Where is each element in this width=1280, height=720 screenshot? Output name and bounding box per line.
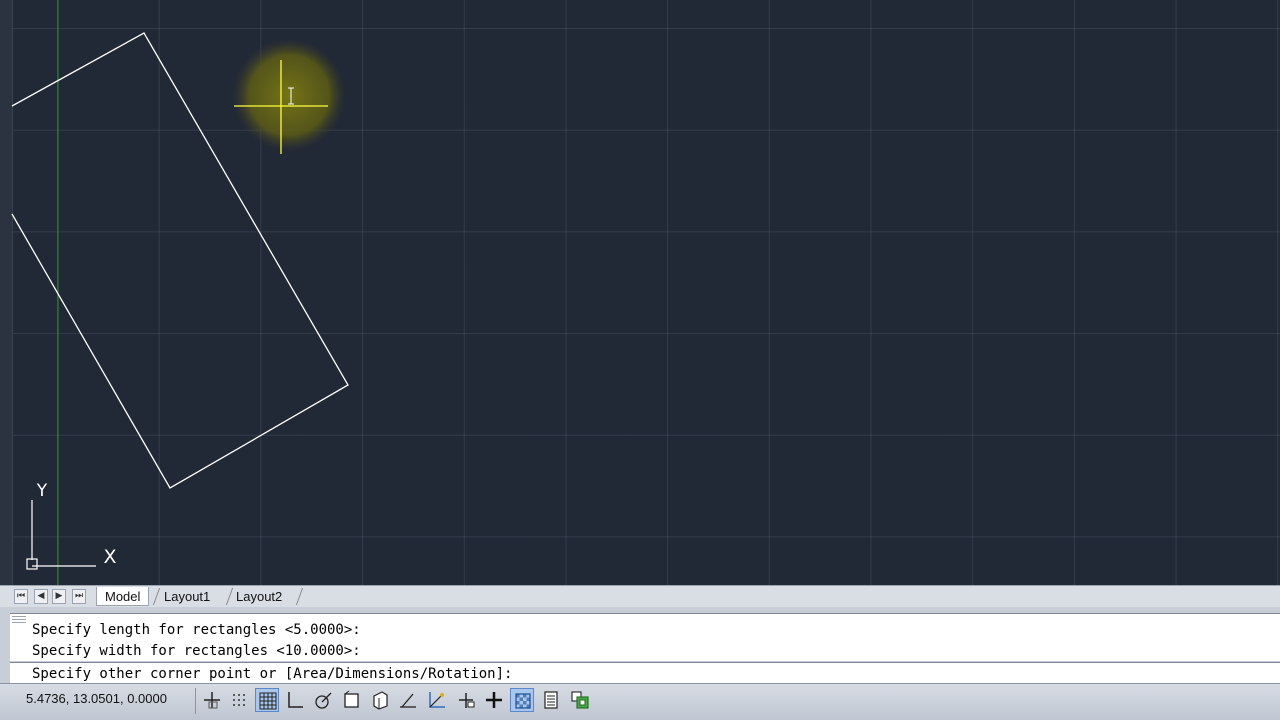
ortho-mode-button[interactable] xyxy=(283,688,307,712)
coordinate-display[interactable]: 5.4736, 13.0501, 0.0000 xyxy=(26,691,167,706)
infer-constraints-button[interactable] xyxy=(200,688,224,712)
cursor-halo xyxy=(232,38,346,152)
command-history-line: Specify length for rectangles <5.0000>: xyxy=(32,622,361,638)
drawing-viewport[interactable]: Y X xyxy=(0,0,1280,585)
ucs-icon: Y X xyxy=(26,481,117,570)
polar-icon xyxy=(315,692,332,709)
quick-properties-icon xyxy=(544,691,558,709)
drawing-canvas[interactable]: Y X xyxy=(0,0,1280,585)
quick-properties-button[interactable] xyxy=(539,688,563,712)
ortho-icon xyxy=(288,692,303,708)
tab-separator xyxy=(295,588,304,605)
3d-osnap-icon xyxy=(373,691,388,710)
status-bar: 5.4736, 13.0501, 0.0000 xyxy=(0,683,1280,720)
transparency-icon xyxy=(515,693,531,709)
command-line-grip-icon[interactable] xyxy=(12,616,26,624)
ucs-x-label: X xyxy=(103,546,116,568)
command-history[interactable]: Specify length for rectangles <5.0000>: … xyxy=(10,613,1280,661)
lineweight-icon xyxy=(486,692,502,708)
command-history-line: Specify width for rectangles <10.0000>: xyxy=(32,643,361,659)
otrack-icon xyxy=(400,693,416,708)
object-snap-tracking-button[interactable] xyxy=(396,688,420,712)
ducs-icon xyxy=(429,692,445,708)
last-tab-button[interactable]: ⏭ xyxy=(72,589,86,604)
ucs-y-label: Y xyxy=(36,481,48,501)
first-tab-button[interactable]: ⏮ xyxy=(14,589,28,604)
snap-icon xyxy=(233,694,245,706)
dynamic-input-button[interactable] xyxy=(454,688,478,712)
previous-tab-button[interactable]: ◀ xyxy=(34,589,48,604)
transparency-button[interactable] xyxy=(510,688,534,712)
grid-display-button[interactable] xyxy=(255,688,279,712)
layout-tab-bar: ⏮ ◀ ▶ ⏭ Model Layout1 Layout2 xyxy=(0,585,1280,607)
object-snap-button[interactable] xyxy=(340,688,364,712)
tab-layout2[interactable]: Layout2 xyxy=(228,587,290,606)
status-separator xyxy=(195,688,196,714)
3d-object-snap-button[interactable] xyxy=(368,688,392,712)
snap-mode-button[interactable] xyxy=(227,688,251,712)
selection-cycling-icon xyxy=(571,691,589,709)
command-prompt: Specify other corner point or [Area/Dime… xyxy=(32,666,513,682)
next-tab-button[interactable]: ▶ xyxy=(52,589,66,604)
infer-constraints-icon xyxy=(204,692,220,709)
command-line-panel: Specify length for rectangles <5.0000>: … xyxy=(0,607,1280,683)
polar-tracking-button[interactable] xyxy=(311,688,335,712)
osnap-icon xyxy=(344,690,359,708)
dyn-icon xyxy=(459,693,475,708)
tab-model[interactable]: Model xyxy=(96,587,150,606)
selection-cycling-button[interactable] xyxy=(568,688,592,712)
dynamic-ucs-button[interactable] xyxy=(425,688,449,712)
tab-layout1[interactable]: Layout1 xyxy=(156,587,218,606)
lineweight-button[interactable] xyxy=(482,688,506,712)
grid-icon xyxy=(259,692,277,710)
command-input[interactable]: Specify other corner point or [Area/Dime… xyxy=(10,662,1280,683)
